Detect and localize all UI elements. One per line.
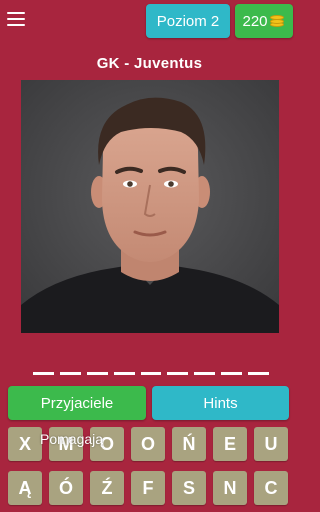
letter-key[interactable]: F — [131, 471, 165, 505]
question-hint: GK - Juventus — [96, 55, 203, 72]
coins-count: 220 — [242, 12, 268, 30]
letter-key[interactable]: U — [254, 427, 288, 461]
level-label: Poziom 2 — [156, 12, 220, 30]
player-photo — [21, 80, 279, 333]
answer-slot[interactable] — [248, 372, 270, 375]
answer-slots — [33, 372, 270, 377]
letter-key[interactable]: Ó — [49, 471, 83, 505]
letter-key[interactable]: Ź — [90, 471, 124, 505]
letter-key[interactable]: E — [213, 427, 247, 461]
level-badge: Poziom 2 — [146, 4, 230, 38]
letter-key[interactable]: N — [213, 471, 247, 505]
letter-key[interactable]: Ą — [8, 471, 42, 505]
answer-slot[interactable] — [59, 372, 81, 375]
letter-key[interactable]: C — [254, 471, 288, 505]
coins-button[interactable]: 220 — [235, 4, 293, 38]
menu-icon[interactable] — [7, 12, 25, 26]
answer-slot[interactable] — [140, 372, 162, 375]
hints-button[interactable]: Hints — [152, 386, 289, 420]
answer-slot[interactable] — [113, 372, 135, 375]
help-label[interactable]: Pomagają — [40, 431, 103, 447]
letter-key[interactable]: X — [8, 427, 42, 461]
coin-stack-icon — [269, 15, 286, 27]
letter-key[interactable]: S — [172, 471, 206, 505]
letter-key[interactable]: Ń — [172, 427, 206, 461]
friends-button[interactable]: Przyjaciele — [8, 386, 146, 420]
answer-slot[interactable] — [194, 372, 216, 375]
answer-slot[interactable] — [167, 372, 189, 375]
answer-slot[interactable] — [33, 372, 54, 375]
answer-slot[interactable] — [221, 372, 243, 375]
letter-key[interactable]: O — [131, 427, 165, 461]
answer-slot[interactable] — [86, 372, 108, 375]
